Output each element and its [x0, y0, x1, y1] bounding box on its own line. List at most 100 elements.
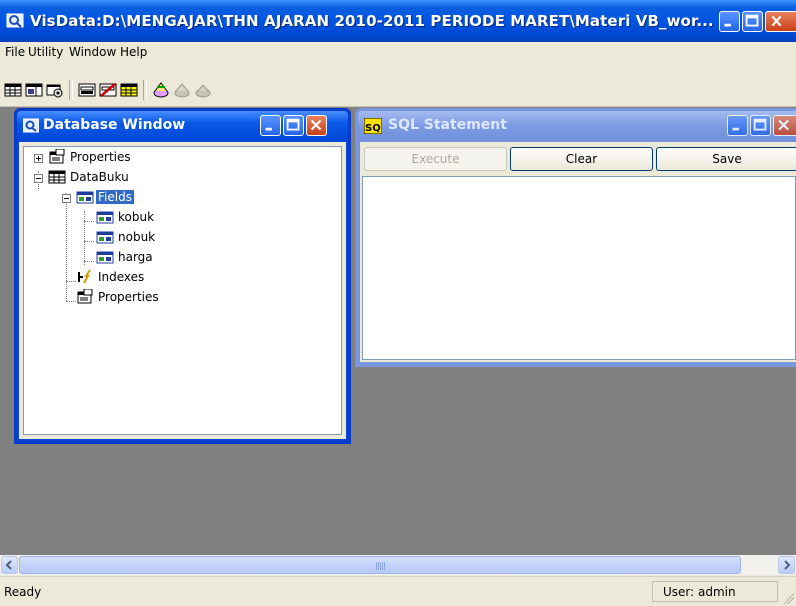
field-icon [96, 211, 114, 224]
database-window-title-bar[interactable]: Database Window [17, 111, 348, 141]
database-window-body: Properties DataBuku Fields kobuk nobuk h… [19, 142, 346, 439]
database-window[interactable]: Database Window Properties DataBuku Fiel… [14, 108, 351, 444]
horizontal-scrollbar[interactable] [0, 555, 796, 575]
table-type-icon[interactable] [4, 81, 22, 99]
commit-icon [174, 83, 190, 98]
sql-window-close-button[interactable] [773, 115, 796, 136]
menu-window[interactable]: Window [69, 45, 116, 59]
arrow-left-icon [5, 560, 12, 570]
status-bar: Ready User: admin [0, 576, 796, 606]
collapse-fields-toggle[interactable] [62, 194, 71, 203]
database-window-close-button[interactable] [306, 115, 327, 136]
sql-window-body: Execute Clear Save [360, 142, 796, 362]
sql-statement-window[interactable]: SQL SQL Statement Execute Clear Save [355, 108, 796, 367]
tree-item-label: Indexes [98, 270, 145, 284]
tree-connector [84, 221, 94, 222]
database-window-title: Database Window [43, 117, 186, 133]
database-window-icon [23, 118, 39, 133]
tree-connector [84, 261, 94, 262]
tree-item-fields[interactable]: Fields [76, 189, 176, 207]
tree-item-field-harga[interactable]: harga [96, 249, 196, 267]
begin-transaction-icon[interactable] [152, 81, 170, 99]
status-user-text: User: admin [663, 585, 736, 599]
scroll-right-button[interactable] [778, 556, 795, 574]
database-window-minimize-button[interactable] [260, 115, 281, 136]
resize-grip[interactable] [782, 592, 794, 604]
status-user-panel: User: admin [652, 581, 778, 602]
field-icon [96, 231, 114, 244]
tree-item-indexes[interactable]: Indexes [76, 269, 176, 287]
scroll-left-button[interactable] [1, 556, 18, 574]
arrow-right-icon [784, 560, 791, 570]
tree-connector [66, 193, 67, 301]
close-button[interactable] [765, 11, 796, 32]
indexes-icon [78, 269, 91, 284]
maximize-icon [286, 118, 300, 131]
scroll-grip [376, 562, 386, 570]
tree-connector [84, 241, 94, 242]
snapshot-type-icon[interactable] [46, 81, 64, 99]
close-icon [778, 119, 789, 131]
minimize-button[interactable] [719, 11, 740, 32]
no-data-control-icon[interactable] [99, 81, 117, 99]
maximize-icon [745, 14, 759, 27]
rollback-icon [195, 84, 211, 98]
tree-item-table-properties[interactable]: Properties [76, 289, 196, 307]
tree-item-databuku[interactable]: DataBuku [48, 169, 188, 187]
close-icon [310, 119, 322, 131]
dynaset-type-icon[interactable] [25, 81, 43, 99]
tree-item-label: harga [118, 250, 153, 264]
svg-text:SQL: SQL [365, 123, 382, 134]
menu-help[interactable]: Help [120, 45, 147, 59]
tree-connector [84, 211, 85, 265]
properties-icon [77, 289, 93, 304]
minimize-icon [265, 127, 272, 131]
tree-item-label: Properties [98, 290, 159, 304]
save-button[interactable]: Save [656, 147, 796, 171]
tree-item-label: nobuk [118, 230, 156, 244]
minimize-icon [724, 23, 731, 27]
tree-connector [66, 281, 76, 282]
field-icon [96, 251, 114, 264]
tree-item-label: kobuk [118, 210, 155, 224]
main-title-bar[interactable]: VisData:D:\MENGAJAR\THN AJARAN 2010-2011… [0, 0, 796, 42]
sql-window-maximize-button[interactable] [750, 115, 771, 136]
sql-icon: SQL [364, 118, 382, 134]
collapse-databuku-toggle[interactable] [34, 174, 43, 183]
table-icon [48, 170, 66, 184]
execute-button[interactable]: Execute [364, 147, 507, 171]
window-title: VisData:D:\MENGAJAR\THN AJARAN 2010-2011… [30, 12, 714, 30]
database-tree[interactable]: Properties DataBuku Fields kobuk nobuk h… [23, 146, 342, 435]
sql-window-title-bar[interactable]: SQL SQL Statement [358, 111, 796, 141]
tree-connector [66, 301, 76, 302]
sql-statement-textarea[interactable] [362, 176, 796, 360]
properties-icon [49, 149, 65, 164]
menu-file[interactable]: File [5, 45, 25, 59]
clear-button[interactable]: Clear [510, 147, 653, 171]
tree-item-properties[interactable]: Properties [48, 149, 188, 167]
visdata-app-icon [6, 13, 24, 28]
tree-item-field-nobuk[interactable]: nobuk [96, 229, 196, 247]
expand-properties-toggle[interactable] [34, 154, 43, 163]
toolbar [0, 64, 796, 107]
tree-item-label: Properties [70, 150, 131, 164]
tree-item-field-kobuk[interactable]: kobuk [96, 209, 196, 227]
sql-window-minimize-button[interactable] [727, 115, 748, 136]
data-control-icon[interactable] [78, 81, 96, 99]
tree-item-label: DataBuku [70, 170, 129, 184]
database-window-maximize-button[interactable] [283, 115, 304, 136]
tree-item-label: Fields [96, 190, 134, 204]
maximize-icon [753, 118, 767, 131]
minimize-icon [732, 127, 739, 131]
maximize-button[interactable] [742, 11, 763, 32]
scroll-thumb[interactable] [19, 556, 741, 574]
dbgrid-control-icon[interactable] [120, 81, 138, 99]
menu-bar: File Utility Window Help [0, 42, 796, 64]
fields-icon [76, 191, 94, 204]
close-icon [771, 15, 782, 27]
status-text: Ready [4, 585, 42, 599]
toolbar-separator [69, 80, 73, 100]
sql-window-title: SQL Statement [388, 117, 507, 133]
menu-utility[interactable]: Utility [28, 45, 63, 59]
toolbar-separator [143, 80, 147, 100]
